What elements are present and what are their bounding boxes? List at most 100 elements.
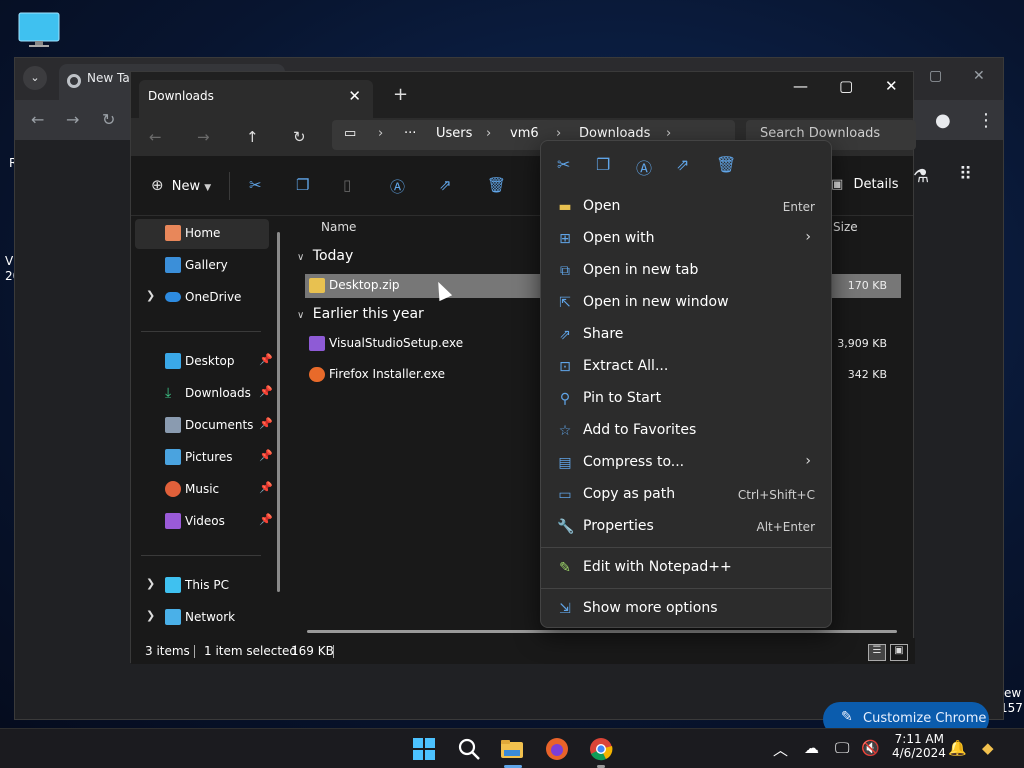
sidebar-item-documents[interactable]: Documents 📌 [135, 411, 273, 441]
chevron-right-icon[interactable]: ❯ [146, 289, 155, 302]
sidebar-item-home[interactable]: Home [135, 219, 269, 249]
maximize-icon[interactable]: ▢ [839, 77, 853, 95]
forward-icon[interactable]: → [66, 110, 79, 129]
volume-muted-icon[interactable]: 🔇 [861, 739, 880, 757]
new-tab-icon[interactable]: + [393, 84, 408, 105]
sidebar-item-network[interactable]: ❯ Network [135, 603, 269, 633]
paste-icon[interactable]: ▯ [343, 176, 351, 194]
menu-item-open-new-tab[interactable]: ⧉ Open in new tab [545, 256, 827, 286]
new-button[interactable]: ⊕ New ▼ [151, 176, 211, 194]
menu-item-open-new-window[interactable]: ⇱ Open in new window [545, 288, 827, 318]
menu-item-add-to-favorites[interactable]: ☆ Add to Favorites [545, 416, 827, 446]
sidebar-item-label: Music [185, 482, 220, 496]
breadcrumb-downloads[interactable]: Downloads [579, 126, 650, 141]
sidebar-item-label: Gallery [185, 258, 228, 272]
onedrive-offline-icon[interactable]: ☁ [804, 739, 819, 757]
details-button[interactable]: ▣ Details [831, 177, 899, 192]
this-pc-desktop-icon[interactable] [18, 12, 60, 48]
cut-icon[interactable]: ✂ [249, 176, 262, 194]
reload-icon[interactable]: ↻ [102, 110, 115, 129]
maximize-icon[interactable]: ▢ [929, 68, 942, 84]
sidebar-item-this-pc[interactable]: ❯ This PC [135, 571, 269, 601]
group-header-today[interactable]: ∨ Today [297, 248, 353, 264]
back-icon[interactable]: ← [149, 128, 162, 146]
chevron-up-icon[interactable]: ︿ [773, 739, 788, 760]
profile-icon[interactable]: ● [935, 110, 951, 131]
delete-icon[interactable]: 🗑 [716, 155, 736, 174]
copy-icon[interactable]: ❐ [296, 176, 309, 194]
divider [333, 645, 334, 658]
back-icon[interactable]: ← [31, 110, 44, 129]
close-tab-icon[interactable]: ✕ [348, 87, 361, 105]
context-menu: ✂ ❐ Ⓐ ⇗ 🗑 ▬ Open Enter ⊞ Open with › ⧉ O… [540, 140, 832, 628]
tiles-view-icon[interactable]: ▣ [890, 644, 908, 661]
pin-icon: 📌 [259, 481, 273, 494]
up-icon[interactable]: ↑ [246, 128, 259, 146]
menu-item-label: Compress to... [583, 454, 685, 470]
close-window-icon[interactable]: ✕ [885, 77, 898, 95]
sidebar-item-label: Downloads [185, 386, 251, 400]
chevron-right-icon[interactable]: ❯ [146, 609, 155, 622]
menu-item-edit-notepad[interactable]: ✎ Edit with Notepad++ [545, 553, 827, 583]
menu-item-open-with[interactable]: ⊞ Open with › [545, 224, 827, 254]
copilot-pre-icon[interactable]: ◆ [982, 739, 994, 757]
menu-item-label: Open in new tab [583, 262, 699, 278]
menu-item-show-more-options[interactable]: ⇲ Show more options [545, 594, 827, 624]
flask-icon[interactable]: ⚗ [913, 166, 929, 187]
search-icon[interactable] [457, 737, 481, 761]
pencil-icon: ✎ [841, 709, 853, 725]
menu-item-properties[interactable]: 🔧 Properties Alt+Enter [545, 512, 827, 542]
share-icon[interactable]: ⇗ [676, 155, 689, 174]
copy-icon[interactable]: ❐ [596, 155, 610, 174]
explorer-tab-downloads[interactable]: Downloads ✕ [139, 80, 373, 118]
forward-icon[interactable]: → [197, 128, 210, 146]
menu-item-pin-to-start[interactable]: ⚲ Pin to Start [545, 384, 827, 414]
status-item-count: 3 items [145, 644, 190, 658]
sidebar-item-pictures[interactable]: Pictures 📌 [135, 443, 273, 473]
sidebar-item-music[interactable]: Music 📌 [135, 475, 273, 505]
menu-icon[interactable]: ⋮ [977, 110, 995, 131]
menu-item-copy-as-path[interactable]: ▭ Copy as path Ctrl+Shift+C [545, 480, 827, 510]
notification-bell-icon[interactable]: 🔔 [948, 739, 967, 757]
chevron-right-icon[interactable]: ❯ [146, 577, 155, 590]
refresh-icon[interactable]: ↻ [293, 128, 306, 146]
rename-icon[interactable]: Ⓐ [390, 176, 405, 197]
sidebar-item-gallery[interactable]: Gallery [135, 251, 269, 281]
network-icon[interactable]: 🖵 [835, 739, 849, 757]
menu-item-share[interactable]: ⇗ Share [545, 320, 827, 350]
column-header-name[interactable]: Name [321, 220, 356, 234]
explorer-titlebar: Downloads ✕ + — ▢ ✕ [131, 72, 913, 118]
group-header-earlier[interactable]: ∨ Earlier this year [297, 306, 424, 322]
breadcrumb-vm6[interactable]: vm6 [510, 126, 539, 141]
sidebar-item-onedrive[interactable]: ❯ OneDrive [135, 283, 269, 313]
status-bar: 3 items 1 item selected 169 KB ☰ ▣ [131, 638, 915, 664]
minimize-icon[interactable]: — [793, 77, 808, 95]
menu-item-extract-all[interactable]: ⊡ Extract All... [545, 352, 827, 382]
column-header-size[interactable]: Size [833, 220, 858, 234]
chrome-icon[interactable] [589, 737, 613, 761]
delete-icon[interactable]: 🗑 [487, 176, 506, 194]
share-icon[interactable]: ⇗ [439, 176, 452, 194]
start-icon[interactable] [412, 737, 436, 761]
horizontal-scrollbar[interactable] [307, 630, 897, 633]
desktop-text-ew: ew [1004, 686, 1022, 700]
sidebar-scrollbar[interactable] [277, 232, 280, 592]
clock[interactable]: 7:11 AM 4/6/2024 [892, 732, 946, 760]
sidebar-item-label: This PC [185, 578, 229, 592]
file-explorer-icon[interactable] [500, 737, 524, 761]
sidebar-item-videos[interactable]: Videos 📌 [135, 507, 273, 537]
breadcrumb-users[interactable]: Users [436, 126, 472, 141]
rename-icon[interactable]: Ⓐ [636, 155, 652, 179]
breadcrumb-ellipsis[interactable]: ··· [404, 126, 416, 141]
chrome-tab-search-button[interactable]: ⌄ [23, 66, 47, 90]
menu-item-compress-to[interactable]: ▤ Compress to... › [545, 448, 827, 478]
menu-item-open[interactable]: ▬ Open Enter [545, 192, 827, 222]
cut-icon[interactable]: ✂ [557, 155, 570, 174]
firefox-icon[interactable] [545, 737, 569, 761]
sidebar-item-downloads[interactable]: ⤓ Downloads 📌 [135, 379, 273, 409]
apps-icon[interactable]: ⠿ [959, 164, 972, 185]
details-view-icon[interactable]: ☰ [868, 644, 886, 661]
close-icon[interactable]: ✕ [973, 68, 985, 84]
sidebar-item-desktop[interactable]: Desktop 📌 [135, 347, 273, 377]
chevron-right-icon: › [556, 126, 562, 141]
